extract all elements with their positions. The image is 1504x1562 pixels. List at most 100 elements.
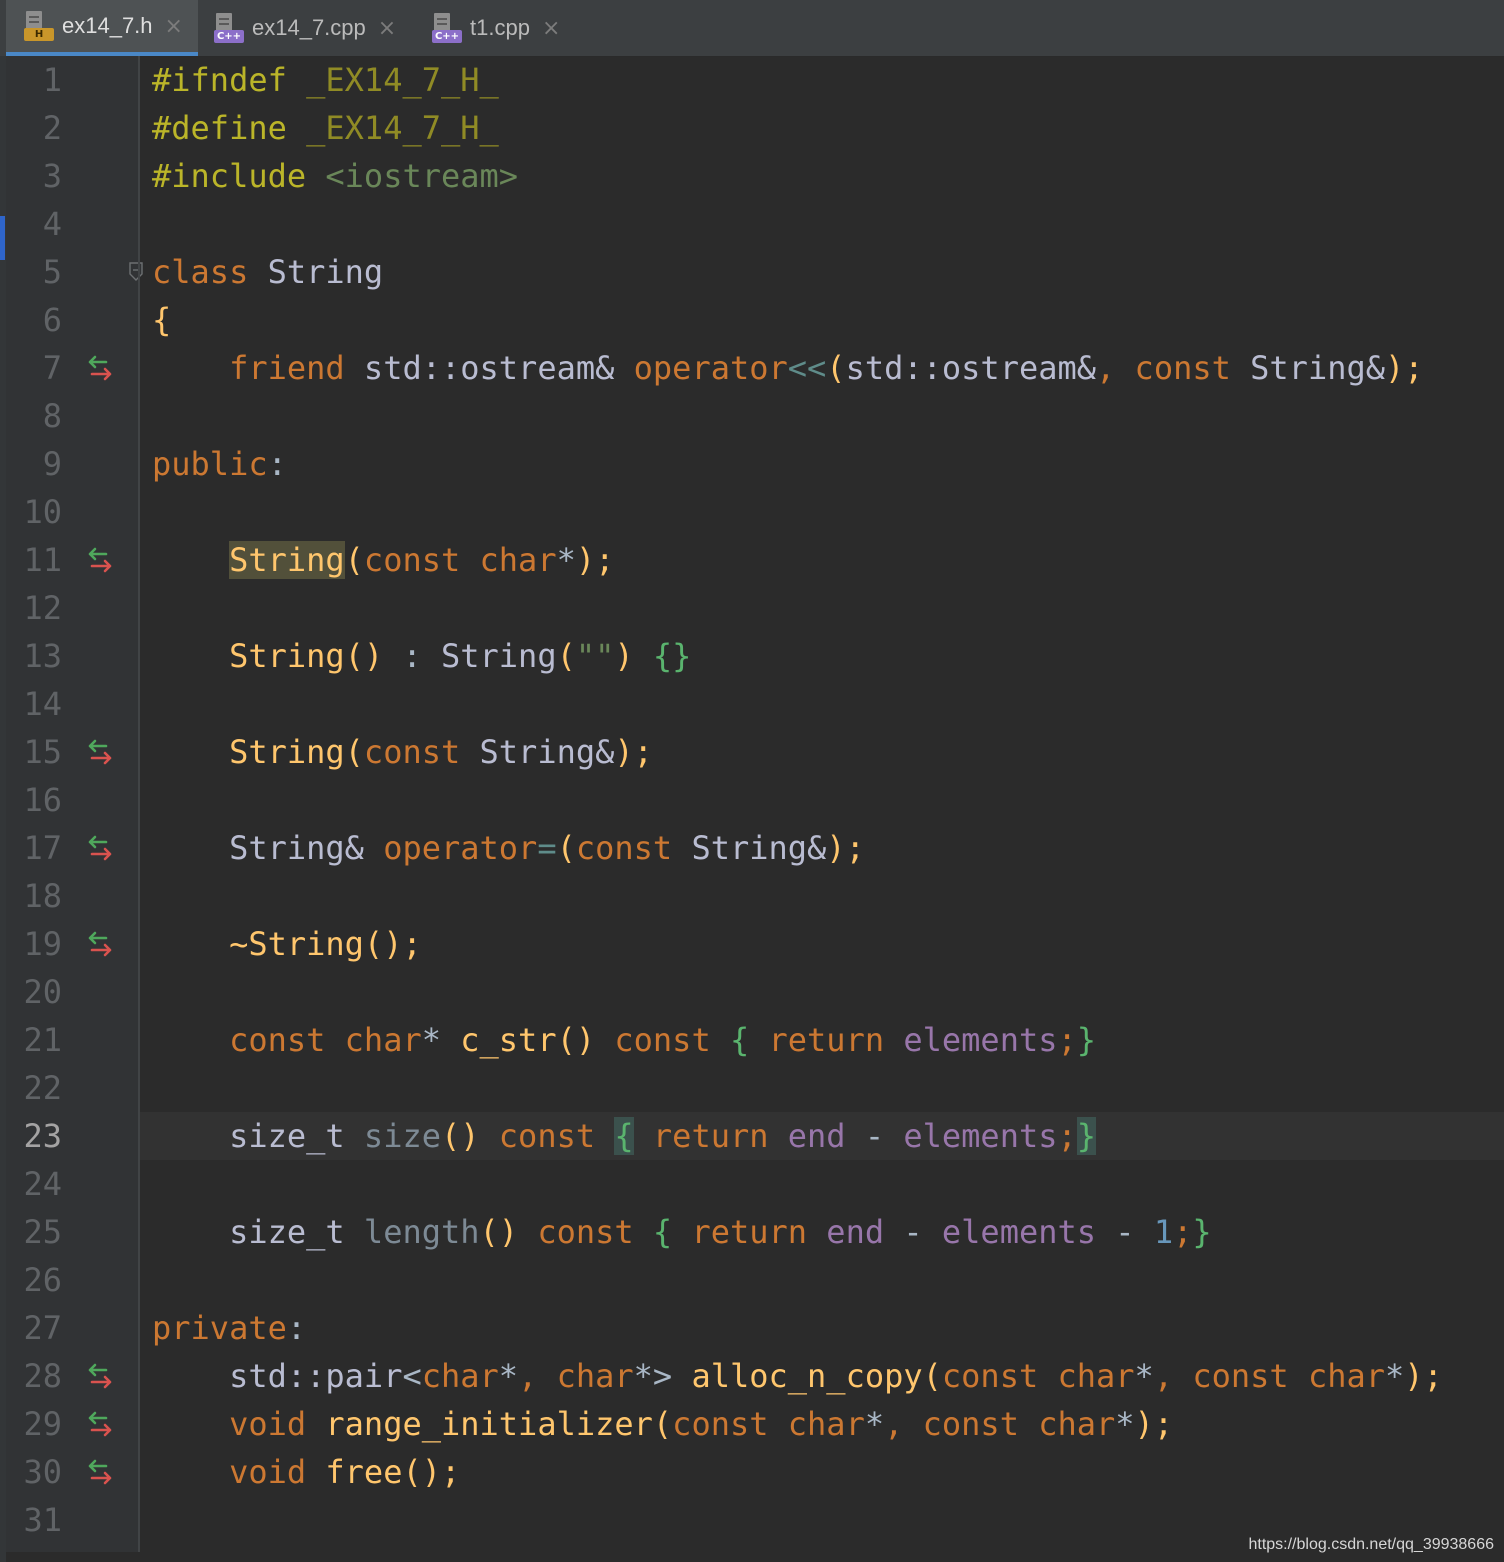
line-number: 7 xyxy=(42,349,62,387)
code-token: * xyxy=(556,541,576,579)
line-number: 4 xyxy=(42,205,62,243)
implementation-navigate-icon[interactable] xyxy=(86,1362,114,1390)
code-line: class String xyxy=(152,248,383,296)
code-token: String& xyxy=(1250,349,1385,387)
implementation-navigate-icon[interactable] xyxy=(86,1410,114,1438)
code-line: String() : String("") {} xyxy=(152,632,691,680)
line-number: 31 xyxy=(23,1501,62,1539)
code-token: } xyxy=(1076,1021,1097,1059)
code-token: return xyxy=(691,1213,827,1251)
code-token: size xyxy=(363,1117,441,1155)
code-token: String xyxy=(152,733,345,771)
code-token: {} xyxy=(652,637,692,675)
code-line: ~String(); xyxy=(152,920,422,968)
code-token: void xyxy=(152,1453,326,1491)
close-icon[interactable]: × xyxy=(165,14,183,39)
code-token: return xyxy=(633,1117,788,1155)
code-token: () xyxy=(556,1021,615,1059)
code-token: * xyxy=(864,1405,885,1443)
code-token: elements xyxy=(903,1021,1058,1059)
line-number-gutter: 1 2 3 4 5 6 7 8 9 10 11 12 13 14 15 16 17 18 19 20 21 22 23 24 2… xyxy=(6,56,143,1552)
implementation-navigate-icon[interactable] xyxy=(86,354,114,382)
code-token: ( xyxy=(922,1357,942,1395)
line-number: 29 xyxy=(23,1405,62,1443)
code-token: end xyxy=(826,1213,904,1251)
code-token: String xyxy=(152,637,345,675)
code-token: = xyxy=(537,829,557,867)
code-token: ( xyxy=(652,1405,673,1443)
tab-t1-cpp[interactable]: C++ t1.cpp × xyxy=(416,0,596,56)
code-token: *> xyxy=(633,1357,692,1395)
code-token: const char xyxy=(152,1021,422,1059)
code-token: () xyxy=(440,1117,499,1155)
watermark: https://blog.csdn.net/qq_39938666 xyxy=(1248,1536,1494,1553)
code-line: private: xyxy=(152,1304,306,1352)
code-token: (); xyxy=(402,1453,461,1491)
code-token: operator xyxy=(383,829,538,867)
code-token: (); xyxy=(363,925,422,963)
line-number: 18 xyxy=(23,877,62,915)
code-token: String& xyxy=(152,829,384,867)
tab-ex14-7-h[interactable]: H ex14_7.h × xyxy=(6,0,198,56)
code-token: const char xyxy=(672,1405,865,1443)
code-token: 1 xyxy=(1153,1213,1174,1251)
line-number: 15 xyxy=(23,733,62,771)
code-token: alloc_n_copy xyxy=(691,1357,923,1395)
cpp-file-icon: C++ xyxy=(432,13,462,43)
line-number: 11 xyxy=(23,541,62,579)
code-line: String& operator=(const String&); xyxy=(152,824,865,872)
code-token: String xyxy=(267,253,384,291)
code-token: class xyxy=(152,253,268,291)
code-token: #define xyxy=(152,109,307,147)
implementation-navigate-icon[interactable] xyxy=(86,738,114,766)
code-line: { xyxy=(152,296,171,344)
code-line: public: xyxy=(152,440,287,488)
code-token: () xyxy=(344,637,403,675)
code-token: { xyxy=(729,1021,769,1059)
code-token: "" xyxy=(575,637,615,675)
code-token: - xyxy=(903,1213,942,1251)
code-token: ; xyxy=(1057,1021,1077,1059)
close-icon[interactable]: × xyxy=(378,16,396,41)
code-token: const xyxy=(614,1021,730,1059)
line-number: 27 xyxy=(23,1309,62,1347)
code-token: ~String xyxy=(152,925,364,963)
code-line: size_t size() const { return end - eleme… xyxy=(152,1112,1097,1160)
code-line: String(const String&); xyxy=(152,728,653,776)
close-icon[interactable]: × xyxy=(542,16,560,41)
code-token: ( xyxy=(826,349,846,387)
tab-label: t1.cpp xyxy=(470,15,530,40)
code-token: end xyxy=(787,1117,865,1155)
code-token: String& xyxy=(479,733,615,771)
code-token: std::ostream& xyxy=(363,349,634,387)
code-token: operator xyxy=(633,349,788,387)
code-token: : xyxy=(402,637,441,675)
code-editor[interactable]: #ifndef _EX14_7_H_ #define _EX14_7_H_ #inc… xyxy=(140,56,1504,1552)
code-token: ( xyxy=(344,733,364,771)
code-token: #include xyxy=(152,157,326,195)
code-token: ); xyxy=(1385,349,1424,387)
code-token: ; xyxy=(1057,1117,1077,1155)
code-token: ); xyxy=(614,733,653,771)
code-line: size_t length() const { return end - ele… xyxy=(152,1208,1212,1256)
implementation-navigate-icon[interactable] xyxy=(86,546,114,574)
code-token: free xyxy=(325,1453,403,1491)
code-token: const xyxy=(363,733,480,771)
code-line: #include <iostream> xyxy=(152,152,518,200)
code-token: * xyxy=(1385,1357,1405,1395)
line-number: 24 xyxy=(23,1165,62,1203)
implementation-navigate-icon[interactable] xyxy=(86,834,114,862)
code-token: , const char xyxy=(884,1405,1116,1443)
implementation-navigate-icon[interactable] xyxy=(86,1458,114,1486)
line-number: 5 xyxy=(42,253,62,291)
code-token: void xyxy=(152,1405,326,1443)
implementation-navigate-icon[interactable] xyxy=(86,930,114,958)
code-token: const xyxy=(498,1117,615,1155)
line-number: 30 xyxy=(23,1453,62,1491)
tab-ex14-7-cpp[interactable]: C++ ex14_7.cpp × xyxy=(198,0,416,56)
code-token: public xyxy=(152,445,268,483)
code-token: << xyxy=(787,349,827,387)
code-token: <iostream> xyxy=(325,157,519,195)
code-token: size_t xyxy=(152,1117,364,1155)
